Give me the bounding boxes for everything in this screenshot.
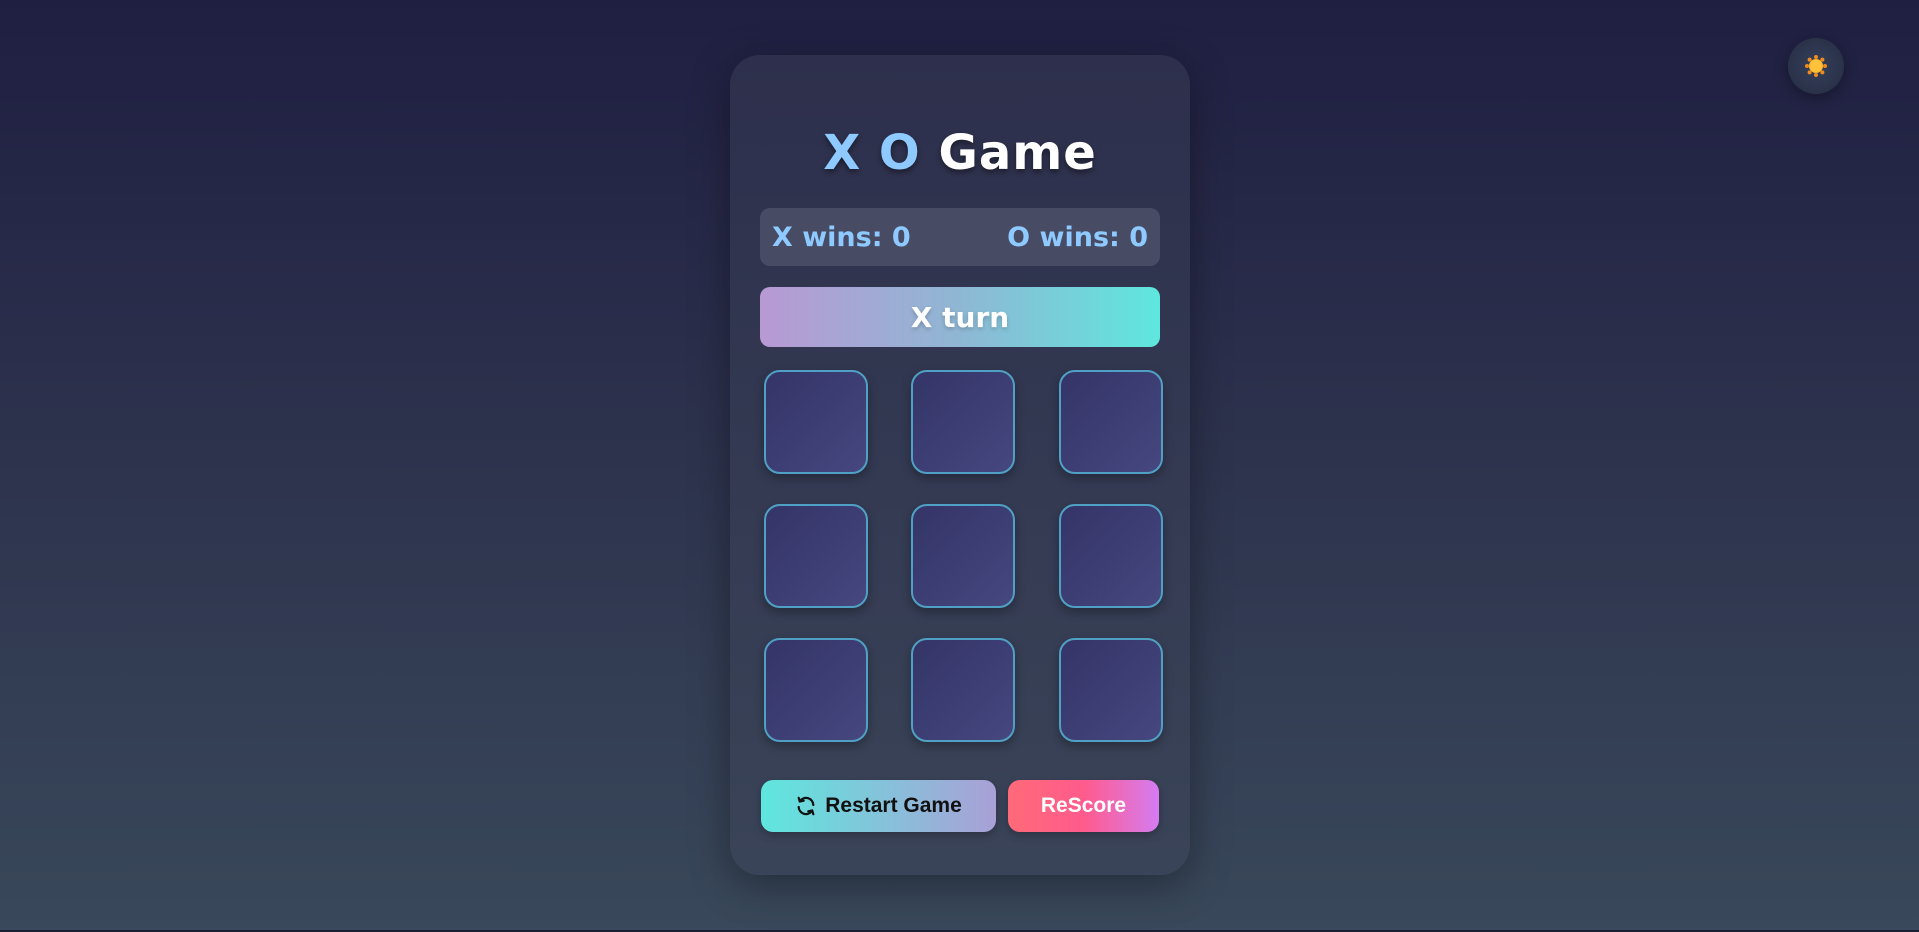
refresh-icon [797,796,815,816]
title-xo: X O [823,125,921,181]
rescore-button[interactable]: ReScore [1008,780,1159,832]
restart-label: Restart Game [825,794,962,817]
turn-status: X turn [760,287,1160,347]
action-bar: Restart Game ReScore [761,780,1161,832]
board-cell[interactable] [1059,504,1163,608]
title-word: Game [938,125,1097,181]
rescore-label: ReScore [1040,794,1127,817]
x-wins-label: X wins: 0 [772,221,911,253]
board-cell[interactable] [911,504,1015,608]
game-board [764,370,1164,780]
theme-toggle-button[interactable] [1788,38,1844,94]
board-cell[interactable] [764,504,868,608]
scoreboard: X wins: 0 O wins: 0 [760,208,1160,266]
board-cell[interactable] [764,370,868,474]
restart-game-button[interactable]: Restart Game [761,780,996,832]
sun-icon [1805,55,1827,77]
board-cell[interactable] [764,638,868,742]
page-title: X O Game [730,125,1190,181]
o-wins-label: O wins: 0 [1007,221,1148,253]
board-cell[interactable] [911,638,1015,742]
board-cell[interactable] [911,370,1015,474]
board-cell[interactable] [1059,370,1163,474]
board-cell[interactable] [1059,638,1163,742]
game-card: X O Game X wins: 0 O wins: 0 X turn Rest… [730,55,1190,875]
